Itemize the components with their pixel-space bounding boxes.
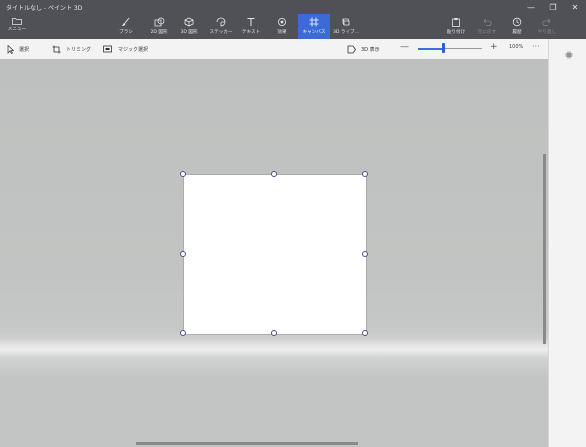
2d-shapes-icon: [154, 17, 164, 27]
resize-handle-bottom-left[interactable]: [180, 330, 186, 336]
cursor-icon: [7, 44, 14, 54]
zoom-out-button[interactable]: —: [400, 42, 409, 52]
text-icon: [247, 18, 255, 26]
vertical-scrollbar[interactable]: [543, 154, 546, 344]
history-label: 履歴: [512, 30, 522, 35]
paste-button[interactable]: 貼り付け: [443, 14, 469, 39]
3d-library-tab[interactable]: 3D ライブ...: [332, 14, 360, 39]
zoom-slider-thumb[interactable]: [442, 43, 446, 53]
side-panel: [548, 39, 586, 447]
brushes-tab[interactable]: ブラシ: [115, 14, 137, 39]
undo-icon: [483, 18, 492, 26]
canvas-icon: [309, 17, 319, 27]
brush-icon: [122, 17, 130, 26]
redo-icon: [542, 18, 551, 26]
drawing-canvas[interactable]: [183, 174, 367, 335]
crop-icon: [52, 45, 61, 53]
resize-handle-top-left[interactable]: [180, 171, 186, 177]
resize-handle-left[interactable]: [180, 251, 186, 257]
canvas-toolbar: 選択 トリミング マジック選択 3D 表示 — + 100% ···: [0, 39, 586, 60]
magic-select-tool[interactable]: マジック選択: [103, 43, 148, 55]
crop-tool[interactable]: トリミング: [52, 43, 91, 55]
tab-label: ステッカー: [209, 30, 233, 35]
paste-icon: [452, 18, 460, 27]
undo-label: 元に戻す: [477, 30, 497, 35]
maximize-button[interactable]: ❐: [542, 0, 564, 14]
select-tool[interactable]: 選択: [7, 43, 29, 55]
2d-shapes-tab[interactable]: 2D 図形: [145, 14, 173, 39]
tab-label: キャンバス: [302, 30, 326, 35]
tab-label: 3D ライブ...: [332, 30, 360, 35]
history-button[interactable]: 履歴: [507, 14, 527, 39]
window-title: タイトルなし - ペイント 3D: [6, 5, 83, 12]
view-3d-label: 3D 表示: [361, 46, 380, 53]
resize-handle-right[interactable]: [362, 251, 368, 257]
undo-button[interactable]: 元に戻す: [474, 14, 500, 39]
view-3d-icon: [347, 45, 356, 53]
select-label: 選択: [19, 46, 30, 53]
stickers-icon: [216, 17, 226, 27]
history-icon: [512, 17, 522, 27]
menu-button[interactable]: メニュー: [2, 14, 32, 39]
menu-label: メニュー: [7, 27, 27, 32]
resize-handle-top-right[interactable]: [362, 171, 368, 177]
3d-shapes-icon: [184, 17, 194, 27]
canvas-tab[interactable]: キャンバス: [298, 14, 330, 39]
title-ribbon-bar: タイトルなし - ペイント 3D — ❐ ✕ メニュー ブラシ 2D 図形 3D…: [0, 0, 586, 39]
canvas-workspace[interactable]: [0, 59, 548, 447]
zoom-in-button[interactable]: +: [490, 42, 498, 52]
folder-icon: [12, 18, 22, 25]
horizontal-scrollbar[interactable]: [136, 442, 358, 445]
effects-icon: [278, 18, 286, 26]
tab-label: 2D 図形: [150, 30, 168, 35]
3d-shapes-tab[interactable]: 3D 図形: [176, 14, 202, 39]
resize-handle-bottom[interactable]: [271, 330, 277, 336]
resize-handle-bottom-right[interactable]: [362, 330, 368, 336]
magic-select-icon: [103, 45, 112, 52]
view-3d-toggle[interactable]: 3D 表示: [347, 43, 380, 55]
tab-label: 3D 図形: [180, 30, 198, 35]
minimize-button[interactable]: —: [520, 0, 542, 14]
more-options-button[interactable]: ···: [532, 42, 540, 51]
3d-library-icon: [342, 18, 350, 26]
magic-select-label: マジック選択: [118, 46, 149, 53]
redo-label: やり直し: [537, 30, 557, 35]
tab-label: ブラシ: [119, 30, 133, 35]
redo-button[interactable]: やり直し: [534, 14, 560, 39]
tab-label: テキスト: [241, 30, 261, 35]
close-button[interactable]: ✕: [564, 0, 586, 14]
zoom-slider-fill: [418, 47, 444, 50]
crop-label: トリミング: [66, 46, 92, 53]
panel-toggle-icon[interactable]: [565, 51, 573, 59]
zoom-percent: 100%: [509, 44, 524, 50]
tab-label: 効果: [277, 30, 287, 35]
effects-tab[interactable]: 効果: [272, 14, 292, 39]
paste-label: 貼り付け: [446, 30, 466, 35]
text-tab[interactable]: テキスト: [240, 14, 262, 39]
resize-handle-top[interactable]: [271, 171, 277, 177]
stickers-tab[interactable]: ステッカー: [206, 14, 236, 39]
